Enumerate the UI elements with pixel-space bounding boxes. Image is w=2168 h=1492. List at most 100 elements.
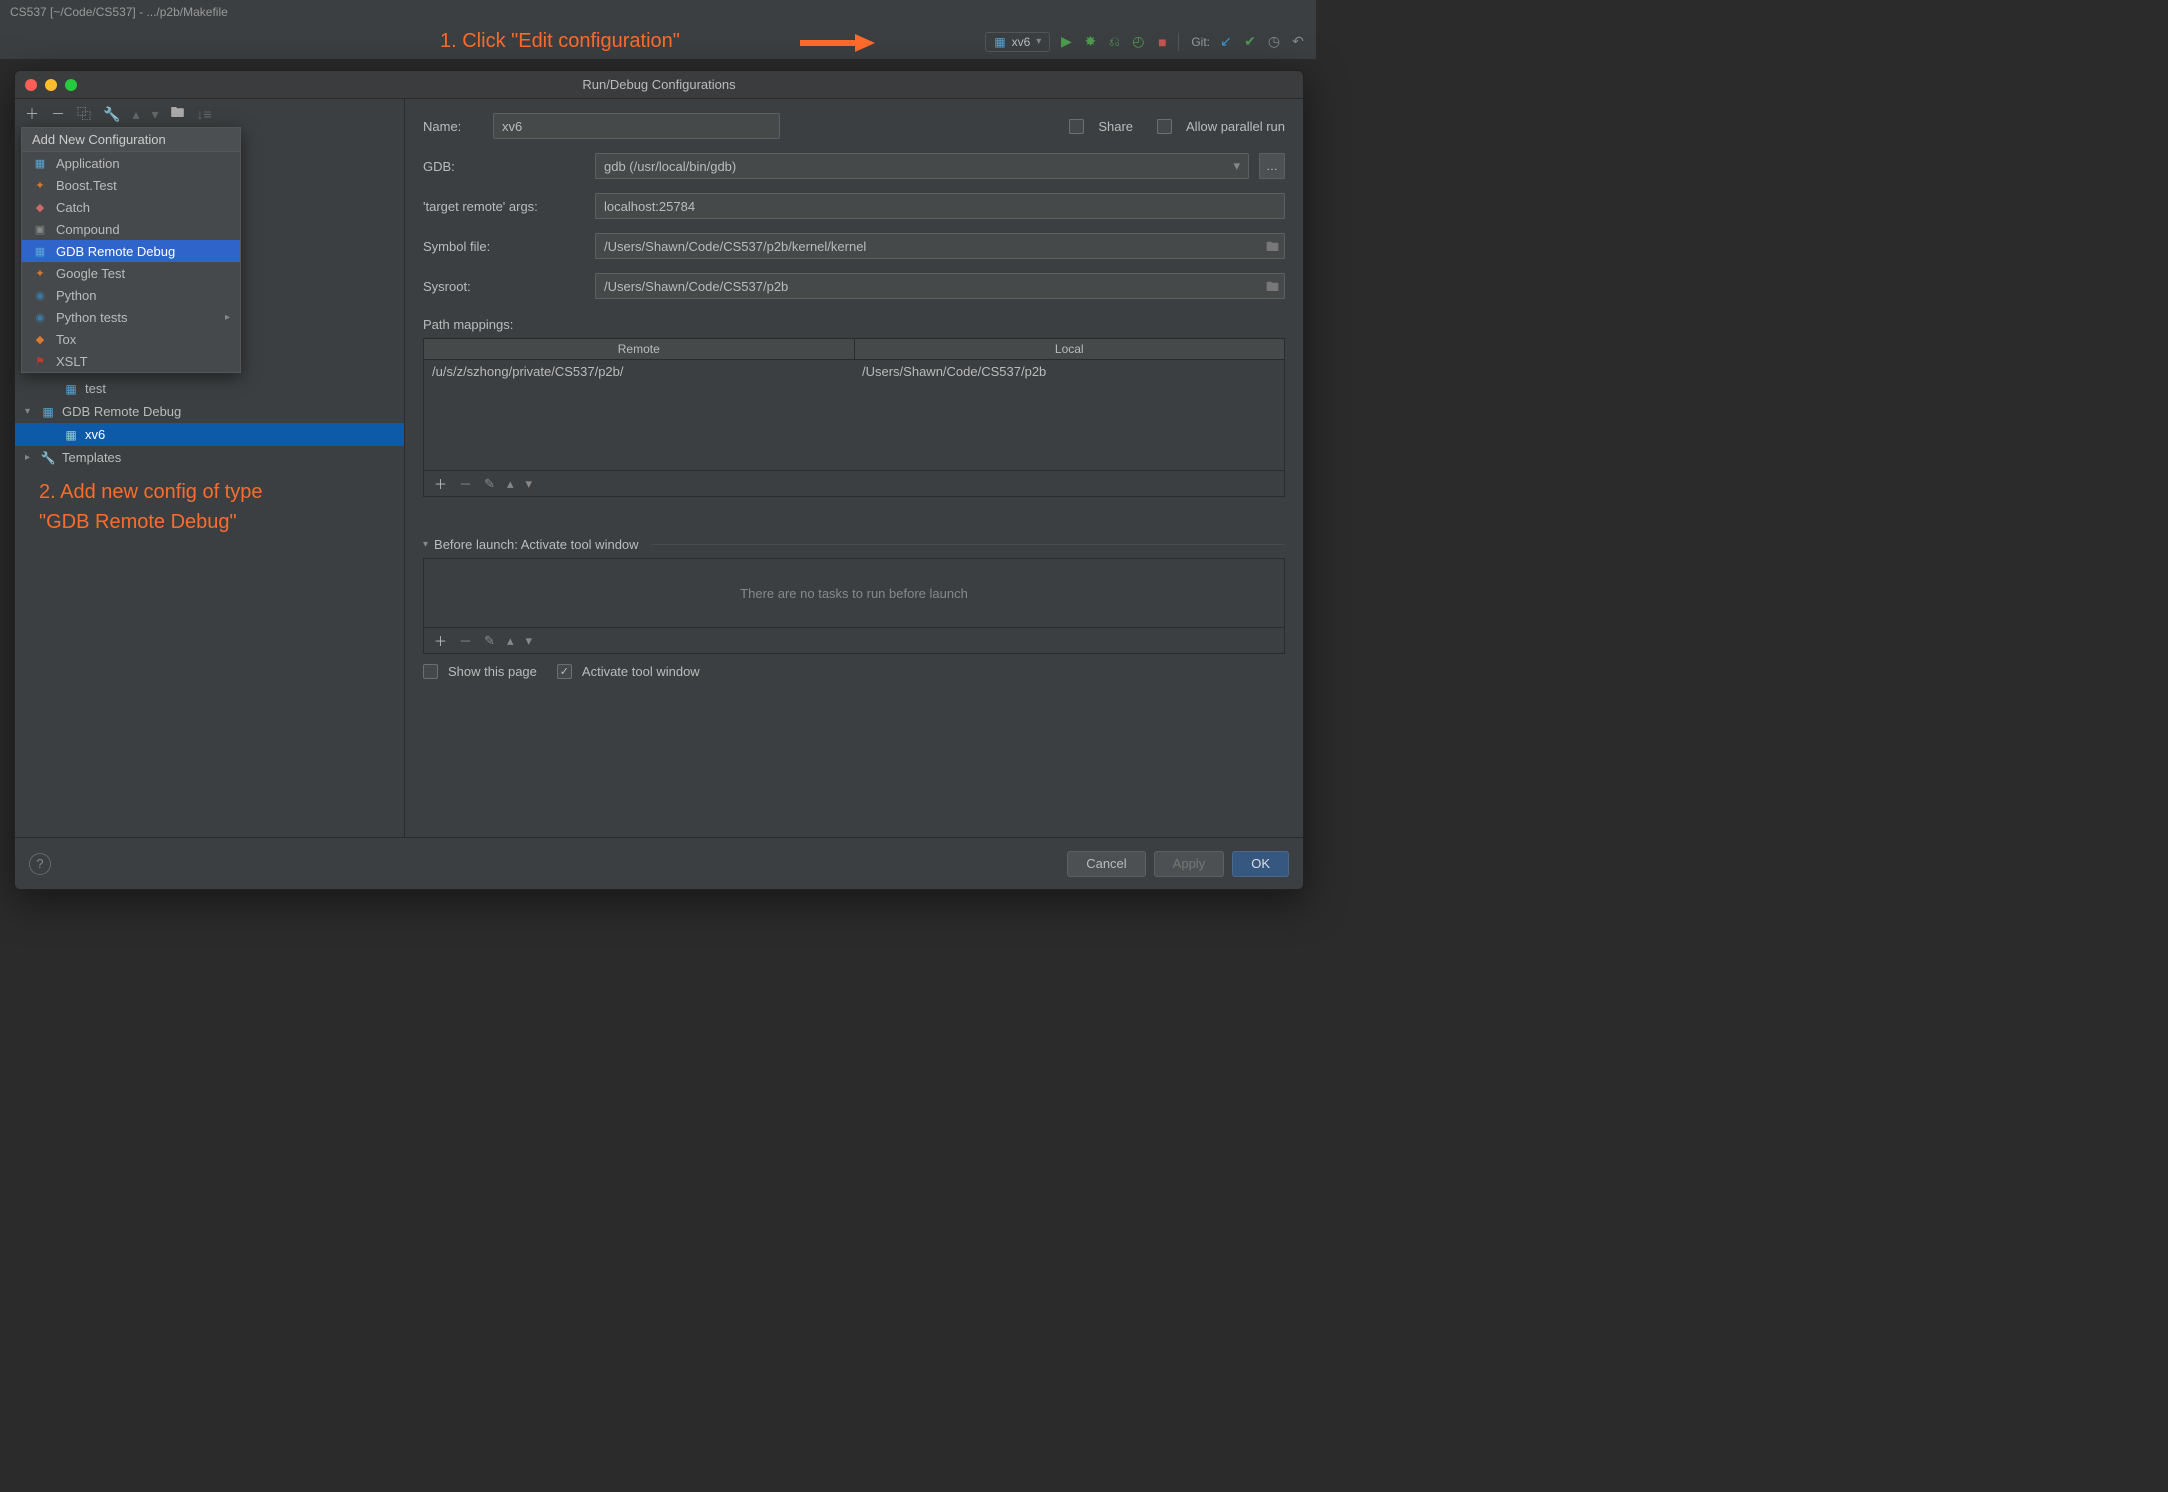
add-icon[interactable]: ＋ — [25, 104, 39, 124]
popup-item-label: Python tests — [56, 310, 128, 325]
move-down-icon[interactable]: ▾ — [151, 106, 158, 123]
path-mappings-table[interactable]: Remote Local /u/s/z/szhong/private/CS537… — [423, 338, 1285, 497]
tree-label: test — [85, 381, 106, 396]
popup-item-python-tests[interactable]: ◉Python tests▸ — [22, 306, 240, 328]
close-icon[interactable] — [25, 79, 37, 91]
add-config-popup: Add New Configuration ▦Application✦Boost… — [21, 127, 241, 373]
chevron-right-icon: ▸ — [225, 312, 230, 323]
dialog-titlebar[interactable]: Run/Debug Configurations — [15, 71, 1303, 99]
profile-icon[interactable]: ◴ — [1130, 34, 1146, 50]
popup-item-google-test[interactable]: ✦Google Test — [22, 262, 240, 284]
dialog-footer: ? Cancel Apply OK — [15, 837, 1303, 889]
parallel-checkbox[interactable] — [1157, 119, 1172, 134]
tree-label: Templates — [62, 450, 121, 465]
app-icon: ▦ — [63, 381, 79, 397]
config-type-icon: ✦ — [32, 265, 48, 281]
popup-item-tox[interactable]: ◆Tox — [22, 328, 240, 350]
gdb-icon: ▦ — [40, 404, 56, 420]
run-config-selector[interactable]: ▦ xv6 ▾ — [985, 32, 1050, 52]
git-pull-icon[interactable]: ↙ — [1218, 34, 1234, 50]
separator — [651, 544, 1285, 545]
gdb-dropdown[interactable]: gdb (/usr/local/bin/gdb) — [595, 153, 1249, 179]
name-input[interactable] — [493, 113, 780, 139]
git-commit-icon[interactable]: ✔ — [1242, 34, 1258, 50]
add-icon[interactable]: ＋ — [434, 474, 447, 493]
config-type-icon: ✦ — [32, 177, 48, 193]
before-launch-section: ▾ Before launch: Activate tool window Th… — [423, 537, 1285, 679]
popup-item-label: Catch — [56, 200, 90, 215]
sysroot-input[interactable] — [595, 273, 1285, 299]
wrench-icon: 🔧 — [40, 450, 56, 466]
config-type-icon: ▦ — [32, 243, 48, 259]
move-down-icon[interactable]: ▾ — [525, 476, 532, 492]
maximize-icon[interactable] — [65, 79, 77, 91]
git-history-icon[interactable]: ◷ — [1266, 34, 1282, 50]
share-checkbox[interactable] — [1069, 119, 1084, 134]
popup-item-compound[interactable]: ▣Compound — [22, 218, 240, 240]
sort-icon[interactable]: ↓≡ — [197, 106, 212, 122]
move-up-icon[interactable]: ▴ — [132, 106, 139, 123]
ok-button[interactable]: OK — [1232, 851, 1289, 877]
col-local: Local — [855, 339, 1285, 359]
symbol-input[interactable] — [595, 233, 1285, 259]
popup-item-catch[interactable]: ◆Catch — [22, 196, 240, 218]
gdb-item-icon: ▦ — [63, 427, 79, 443]
share-label[interactable]: Share — [1098, 119, 1133, 134]
show-page-checkbox[interactable] — [423, 664, 438, 679]
tree-item-templates[interactable]: 🔧 Templates — [15, 446, 404, 469]
separator — [1178, 33, 1179, 51]
stop-icon[interactable]: ■ — [1154, 34, 1170, 50]
run-config-icon: ▦ — [994, 35, 1005, 49]
tree-item-xv6[interactable]: ▦ xv6 — [15, 423, 404, 446]
popup-item-application[interactable]: ▦Application — [22, 152, 240, 174]
folder-icon[interactable]: 🖿 — [1266, 238, 1279, 260]
remove-icon[interactable]: － — [459, 631, 472, 650]
minimize-icon[interactable] — [45, 79, 57, 91]
show-page-label[interactable]: Show this page — [448, 664, 537, 679]
tree-item-gdb-remote[interactable]: ▦ GDB Remote Debug — [15, 400, 404, 423]
git-revert-icon[interactable]: ↶ — [1290, 34, 1306, 50]
edit-icon[interactable]: ✎ — [484, 633, 495, 649]
popup-item-gdb-remote-debug[interactable]: ▦GDB Remote Debug — [22, 240, 240, 262]
target-label: 'target remote' args: — [423, 199, 585, 214]
tree-item-test[interactable]: ▦ test — [15, 377, 404, 400]
gdb-browse-button[interactable]: … — [1259, 153, 1285, 179]
move-up-icon[interactable]: ▴ — [507, 633, 514, 649]
folder-icon[interactable]: 🖿 — [1266, 278, 1279, 300]
target-input[interactable] — [595, 193, 1285, 219]
activate-tool-checkbox[interactable] — [557, 664, 572, 679]
no-tasks-text: There are no tasks to run before launch — [740, 586, 968, 601]
move-up-icon[interactable]: ▴ — [507, 476, 514, 492]
help-button[interactable]: ? — [29, 853, 51, 875]
folder-icon[interactable]: 🖿 — [171, 102, 185, 126]
copy-icon[interactable]: ⿻ — [77, 104, 91, 124]
popup-item-xslt[interactable]: ⚑XSLT — [22, 350, 240, 372]
mappings-header: Remote Local — [424, 339, 1284, 360]
debug-icon[interactable]: ✸ — [1082, 34, 1098, 50]
popup-item-boost-test[interactable]: ✦Boost.Test — [22, 174, 240, 196]
edit-defaults-icon[interactable]: 🔧 — [103, 106, 120, 123]
remove-icon[interactable]: － — [51, 104, 65, 124]
coverage-icon[interactable]: ⎌ — [1106, 34, 1122, 50]
popup-item-label: Application — [56, 156, 120, 171]
move-down-icon[interactable]: ▾ — [525, 633, 532, 649]
before-launch-body: There are no tasks to run before launch — [423, 558, 1285, 628]
apply-button[interactable]: Apply — [1154, 851, 1225, 877]
parallel-label[interactable]: Allow parallel run — [1186, 119, 1285, 134]
popup-item-python[interactable]: ◉Python — [22, 284, 240, 306]
run-debug-config-dialog: Run/Debug Configurations ＋ － ⿻ 🔧 ▴ ▾ 🖿 ↓… — [14, 70, 1304, 890]
remove-icon[interactable]: － — [459, 474, 472, 493]
activate-tool-label[interactable]: Activate tool window — [582, 664, 700, 679]
edit-icon[interactable]: ✎ — [484, 476, 495, 492]
run-icon[interactable]: ▶ — [1058, 34, 1074, 50]
cancel-button[interactable]: Cancel — [1067, 851, 1145, 877]
before-launch-checks: Show this page Activate tool window — [423, 664, 1285, 679]
add-icon[interactable]: ＋ — [434, 631, 447, 650]
ide-titlebar: CS537 [~/Code/CS537] - .../p2b/Makefile — [0, 0, 1316, 24]
annotation-2: 2. Add new config of type "GDB Remote De… — [39, 477, 263, 537]
mappings-row[interactable]: /u/s/z/szhong/private/CS537/p2b/ /Users/… — [424, 360, 1284, 383]
popup-item-label: XSLT — [56, 354, 88, 369]
before-launch-header[interactable]: ▾ Before launch: Activate tool window — [423, 537, 1285, 552]
sidebar-toolbar: ＋ － ⿻ 🔧 ▴ ▾ 🖿 ↓≡ — [15, 99, 404, 129]
popup-item-label: Python — [56, 288, 96, 303]
